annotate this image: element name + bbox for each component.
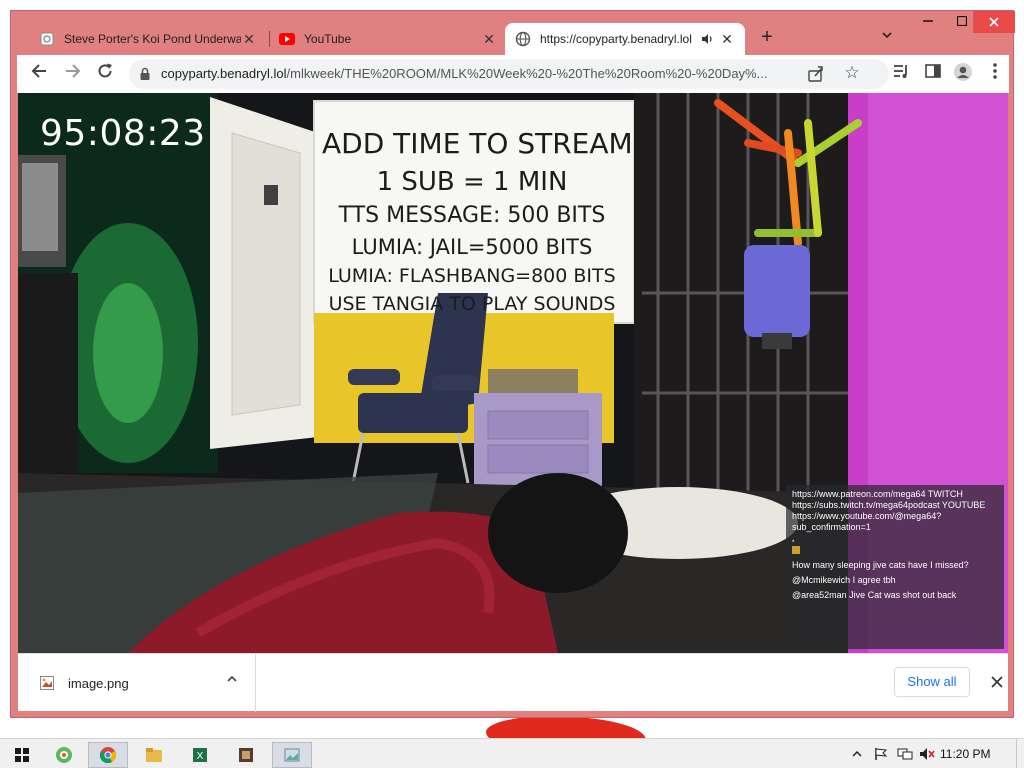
url-host: copyparty.benadryl.lol xyxy=(161,66,287,81)
sign-line: USE TANGIA TO PLAY SOUNDS xyxy=(328,293,616,315)
reload-icon xyxy=(98,63,112,78)
forward-icon xyxy=(66,64,81,78)
reload-button[interactable] xyxy=(93,62,117,86)
minimize-button[interactable] xyxy=(911,11,945,33)
star-icon[interactable]: ☆ xyxy=(841,62,863,84)
close-icon xyxy=(989,17,999,27)
close-icon xyxy=(991,676,1003,688)
stream-sign: ADD TIME TO STREAM 1 SUB = 1 MIN TTS MES… xyxy=(322,109,633,321)
address-bar[interactable]: copyparty.benadryl.lol/mlkweek/THE%20ROO… xyxy=(129,59,889,89)
video-app-icon xyxy=(239,748,253,762)
tab-koi-pond[interactable]: Steve Porter's Koi Pond Underwater ✕ xyxy=(29,23,267,55)
sign-line: 1 SUB = 1 MIN xyxy=(376,167,568,197)
tray-chevron-icon[interactable] xyxy=(848,746,866,762)
network-icon[interactable] xyxy=(896,746,914,762)
excel-icon: X xyxy=(193,748,207,762)
media-control-icon xyxy=(894,65,907,78)
taskbar-file-explorer[interactable] xyxy=(134,742,174,768)
chat-overlay: https://www.patreon.com/mega64 TWITCH ht… xyxy=(786,485,1004,649)
menu-icon xyxy=(993,63,997,79)
image-file-icon xyxy=(40,676,54,690)
side-panel-button[interactable] xyxy=(921,62,945,86)
close-tab-icon[interactable]: ✕ xyxy=(481,31,497,48)
start-button[interactable] xyxy=(2,742,42,768)
sign-line: ADD TIME TO STREAM xyxy=(322,127,633,160)
close-tab-icon[interactable]: ✕ xyxy=(719,31,735,48)
browser-toolbar: copyparty.benadryl.lol/mlkweek/THE%20ROO… xyxy=(17,55,1009,93)
download-shelf: image.png Show all xyxy=(18,653,1008,712)
show-desktop-button[interactable] xyxy=(1016,739,1024,768)
taskbar-clock[interactable]: 11:20 PM xyxy=(940,747,990,761)
download-item[interactable]: image.png xyxy=(18,654,256,712)
taskbar-image-viewer[interactable] xyxy=(272,742,312,768)
chat-header: https://www.patreon.com/mega64 TWITCH ht… xyxy=(792,489,986,532)
new-tab-button[interactable]: + xyxy=(755,25,779,49)
volume-muted-icon[interactable] xyxy=(918,746,936,762)
side-panel-icon xyxy=(925,64,941,78)
taskbar-media-player[interactable] xyxy=(44,742,84,768)
media-control-button[interactable] xyxy=(889,62,913,86)
tab-title: YouTube xyxy=(304,32,352,46)
windows-start-icon xyxy=(15,748,29,762)
chat-username: ▪ xyxy=(792,538,795,545)
chevron-up-icon[interactable] xyxy=(224,673,240,689)
video-stream-viewport[interactable]: ADD TIME TO STREAM 1 SUB = 1 MIN TTS MES… xyxy=(18,93,1008,653)
back-icon xyxy=(31,64,46,78)
browser-window: Steve Porter's Koi Pond Underwater ✕ You… xyxy=(10,10,1015,718)
image-viewer-icon xyxy=(284,748,300,762)
emote-icon xyxy=(792,546,800,554)
profile-icon xyxy=(954,63,972,81)
profile-button[interactable] xyxy=(951,62,975,86)
tab-copyparty[interactable]: https://copyparty.benadryl.lol ✕ xyxy=(505,23,745,55)
share-icon[interactable] xyxy=(805,63,827,85)
download-filename: image.png xyxy=(68,676,129,691)
menu-button[interactable] xyxy=(983,62,1007,86)
url-path: /mlkweek/THE%20ROOM/MLK%20Week%20-%20The… xyxy=(286,66,768,81)
file-explorer-icon xyxy=(146,748,162,762)
taskbar-chrome[interactable] xyxy=(88,742,128,768)
close-shelf-button[interactable] xyxy=(986,672,1008,694)
tab-title: Steve Porter's Koi Pond Underwater xyxy=(64,32,241,46)
taskbar: X 11:20 PM xyxy=(0,738,1024,768)
forward-button[interactable] xyxy=(61,62,85,86)
chevron-down-icon xyxy=(882,32,892,39)
minimize-icon xyxy=(923,20,933,22)
tab-search-button[interactable] xyxy=(875,25,899,49)
sign-line: LUMIA: FLASHBANG=800 BITS xyxy=(328,265,616,287)
taskbar-video-app[interactable] xyxy=(226,742,266,768)
show-all-downloads-button[interactable]: Show all xyxy=(894,667,970,697)
chat-message: @area52man Jive Cat was shot out back xyxy=(792,590,957,600)
url-text[interactable]: copyparty.benadryl.lol/mlkweek/THE%20ROO… xyxy=(161,66,801,81)
youtube-icon xyxy=(279,31,295,47)
close-window-button[interactable] xyxy=(973,11,1015,33)
tab-strip: Steve Porter's Koi Pond Underwater ✕ You… xyxy=(11,11,1015,55)
back-button[interactable] xyxy=(27,62,51,86)
chat-message: How many sleeping jive cats have I misse… xyxy=(792,560,969,570)
stream-timer: 95:08:23 xyxy=(40,113,206,154)
flag-icon[interactable] xyxy=(872,746,890,762)
media-player-icon xyxy=(56,747,72,763)
maximize-icon xyxy=(956,15,968,27)
tab-youtube[interactable]: YouTube ✕ xyxy=(269,23,507,55)
sign-line: TTS MESSAGE: 500 BITS xyxy=(338,203,606,228)
chat-emote-row xyxy=(792,546,998,556)
chrome-icon xyxy=(99,747,117,764)
chat-message: @Mcmikewich I agree tbh xyxy=(792,575,896,585)
globe-icon xyxy=(515,31,531,47)
audio-playing-icon[interactable] xyxy=(701,31,715,47)
lock-icon[interactable] xyxy=(137,66,153,82)
tab-title: https://copyparty.benadryl.lol xyxy=(540,32,692,46)
close-tab-icon[interactable]: ✕ xyxy=(241,31,257,48)
page-favicon-icon xyxy=(39,31,55,47)
svg-text:X: X xyxy=(197,751,204,762)
taskbar-excel[interactable]: X xyxy=(180,742,220,768)
sign-line: LUMIA: JAIL=5000 BITS xyxy=(351,235,593,259)
